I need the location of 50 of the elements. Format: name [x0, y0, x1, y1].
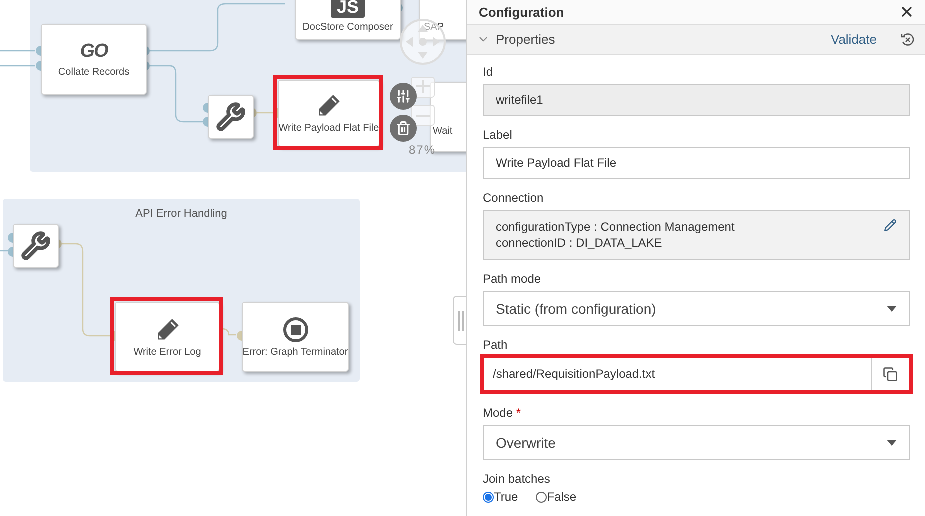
path-field[interactable]: /shared/RequisitionPayload.txt — [480, 354, 913, 394]
field-label: Join batches — [483, 472, 552, 486]
node-label: DocStore Composer — [302, 22, 394, 32]
operator-node[interactable]: JS DocStore Composer — [295, 0, 401, 40]
plus-icon — [416, 80, 430, 92]
wrench-icon — [21, 231, 51, 261]
close-button[interactable] — [899, 4, 915, 20]
field-label: Id — [483, 65, 494, 79]
caret-icon — [887, 440, 897, 446]
wrench-icon — [216, 102, 246, 132]
select-field[interactable]: Static (from configuration) — [483, 291, 910, 326]
connection-line: connectionID : DI_DATA_LAKE — [496, 235, 664, 251]
input-field[interactable]: Write Payload Flat File — [483, 147, 910, 179]
validate-link[interactable]: Validate — [830, 32, 877, 47]
required-mark: * — [516, 406, 522, 420]
node-label: Error: Graph Terminator — [242, 346, 348, 358]
connection-line: configurationType : Connection Management — [496, 219, 735, 235]
operator-node[interactable]: GO Collate Records — [41, 24, 147, 95]
radio-option[interactable]: True — [483, 490, 518, 504]
go-logo: GO — [80, 41, 108, 63]
node-label: Write Payload Flat File — [278, 123, 380, 134]
operator-node[interactable]: Write Error Log — [115, 302, 220, 372]
edit-icon[interactable] — [884, 219, 897, 232]
reset-icon[interactable] — [901, 32, 915, 46]
field-label: Connection — [483, 191, 545, 205]
input-field[interactable]: writefile1 — [483, 84, 910, 116]
group-title: API Error Handling — [136, 208, 228, 222]
operator-node[interactable]: Error: Graph Terminator — [242, 302, 349, 372]
js-logo: JS — [330, 0, 366, 18]
field-label: Label — [483, 128, 514, 142]
node-label: Write Error Log — [134, 346, 202, 358]
section-title: Properties — [496, 32, 556, 47]
field-label: Path — [483, 338, 509, 352]
sliders-icon — [396, 89, 411, 104]
radio-option[interactable]: False — [536, 490, 577, 504]
operator-node[interactable] — [208, 95, 254, 139]
trash-icon — [396, 121, 411, 136]
copy-icon — [883, 366, 898, 382]
splitter-handle[interactable] — [453, 296, 466, 345]
select-field[interactable]: Overwrite — [483, 425, 910, 460]
node-label: Wait — [433, 126, 453, 136]
zoom-out-button[interactable] — [411, 105, 435, 126]
operator-node[interactable] — [13, 224, 59, 268]
panel-title: Configuration — [479, 4, 564, 20]
field-label: Path mode — [483, 272, 542, 286]
stop-icon — [282, 316, 308, 342]
field-label: Mode * — [483, 406, 522, 420]
node-label: Collate Records — [58, 67, 130, 78]
operator-node[interactable]: Write Payload Flat File — [278, 80, 380, 147]
caret-icon — [887, 306, 897, 312]
